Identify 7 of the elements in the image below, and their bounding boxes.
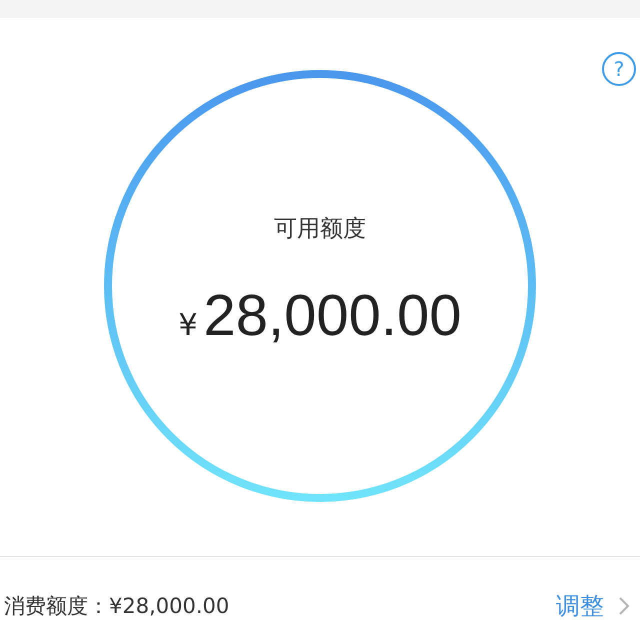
- credit-amount: 28,000.00: [204, 282, 462, 349]
- spending-limit: 消费额度：¥28,000.00: [4, 593, 230, 620]
- adjust-link[interactable]: 调整: [556, 590, 604, 622]
- credit-label: 可用额度: [274, 215, 366, 244]
- currency-symbol: ¥: [178, 308, 198, 343]
- chevron-right-icon[interactable]: [618, 596, 630, 616]
- help-button[interactable]: ?: [602, 52, 636, 86]
